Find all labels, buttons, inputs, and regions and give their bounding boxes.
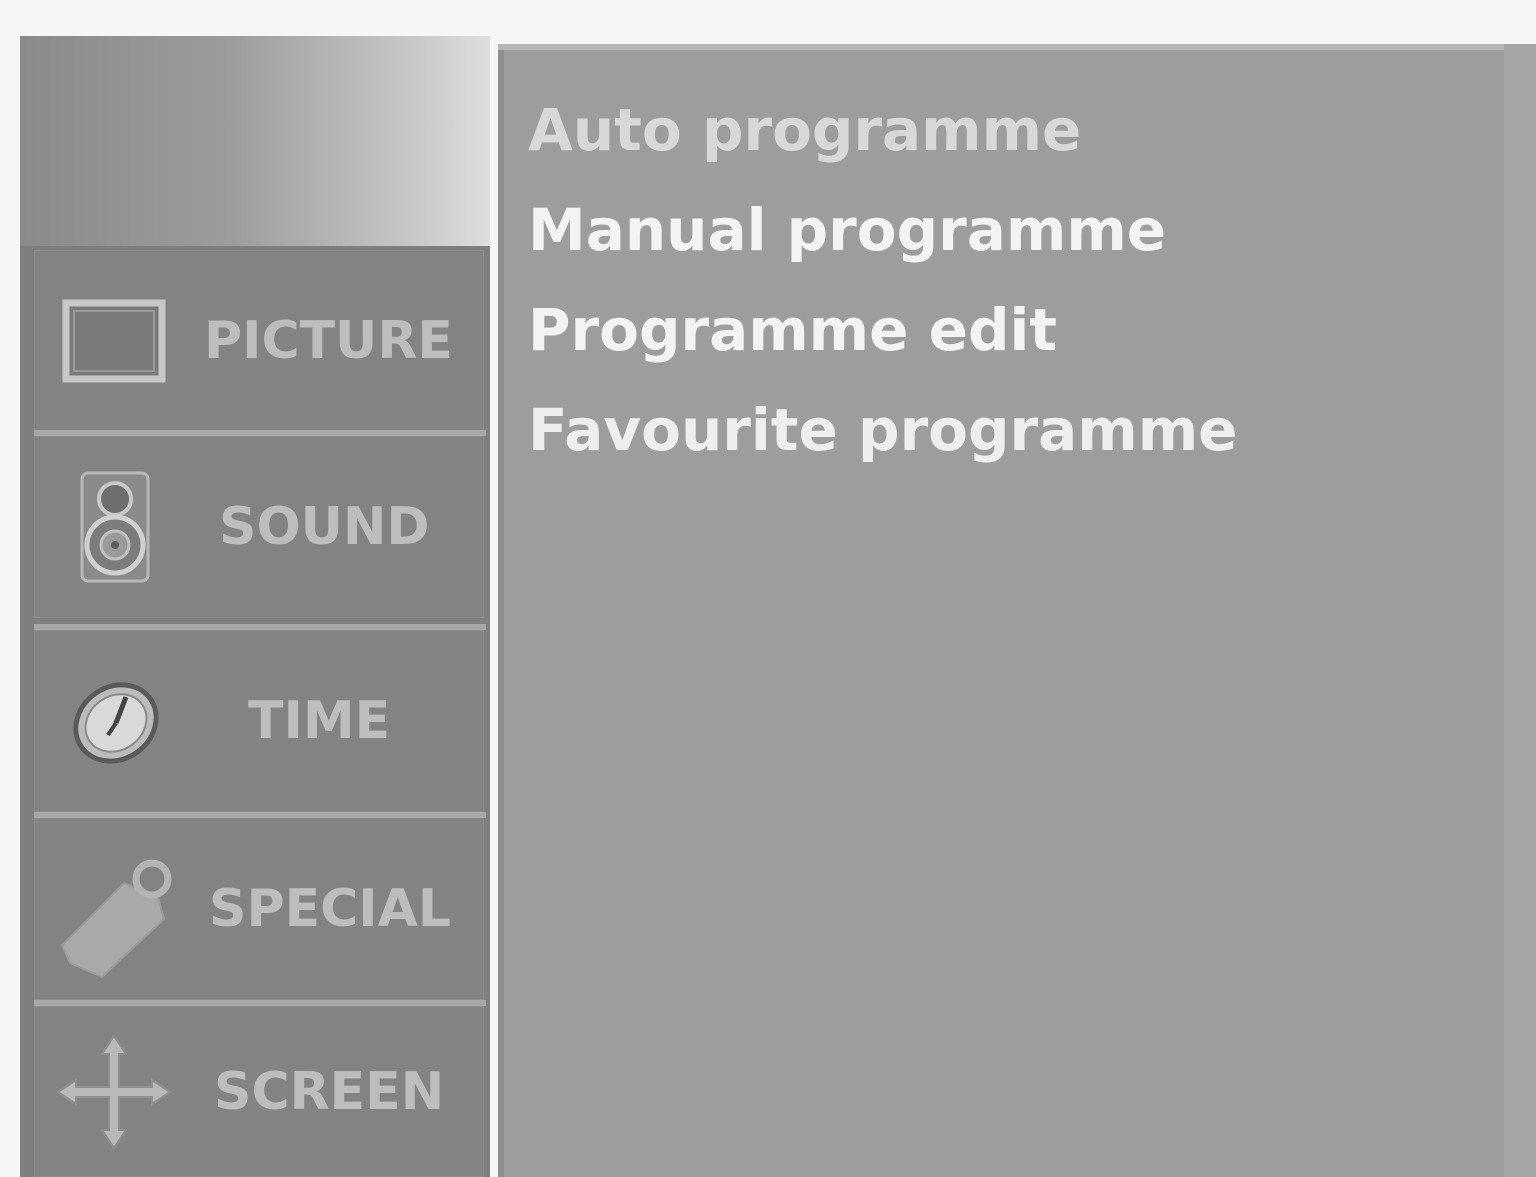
sidebar-item-label: SOUND (219, 497, 430, 557)
sidebar-item-picture[interactable]: PICTURE (34, 250, 484, 432)
sidebar-item-time[interactable]: TIME (34, 630, 484, 812)
menu-item-manual-programme[interactable]: Manual programme (528, 196, 1166, 264)
menu-item-programme-edit[interactable]: Programme edit (528, 296, 1057, 364)
menu-item-favourite-programme[interactable]: Favourite programme (528, 396, 1237, 464)
menu-item-auto-programme[interactable]: Auto programme (528, 96, 1081, 164)
panel-edge (1504, 44, 1536, 1177)
sidebar-item-screen[interactable]: SCREEN (34, 1006, 484, 1177)
sidebar-item-label: SPECIAL (209, 879, 451, 939)
sidebar-item-sound[interactable]: SOUND (34, 436, 484, 618)
sidebar-header (20, 36, 490, 246)
sidebar-item-label: PICTURE (204, 311, 453, 371)
clock-icon (54, 661, 174, 781)
sidebar-item-label: SCREEN (214, 1061, 445, 1122)
sidebar-item-special[interactable]: SPECIAL (34, 818, 484, 1000)
submenu-panel: Auto programme Manual programme Programm… (498, 44, 1536, 1177)
tag-icon (54, 849, 174, 979)
sidebar-item-label: TIME (248, 691, 391, 751)
main-menu-sidebar: PICTURE SOUND TIME SPECIAL SCREEN (20, 36, 490, 1177)
tv-osd-screen: PICTURE SOUND TIME SPECIAL SCREEN Auto p… (0, 0, 1536, 1177)
speaker-icon (54, 467, 174, 587)
picture-icon (54, 281, 174, 401)
move-arrows-icon (54, 1032, 174, 1152)
